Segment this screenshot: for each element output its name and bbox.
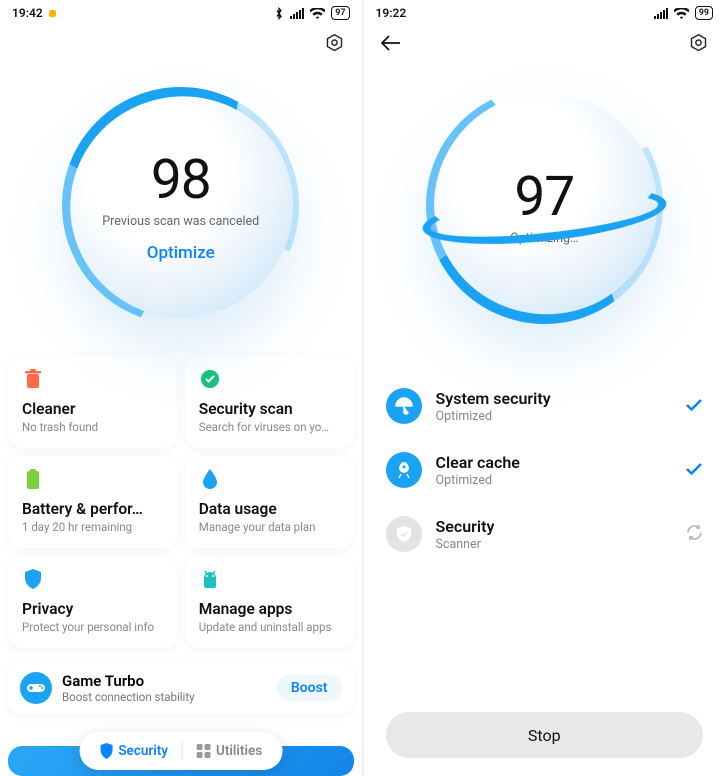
signal-icon xyxy=(290,8,304,19)
drop-icon xyxy=(199,468,221,490)
status-bar: 19:22 99 xyxy=(364,0,725,26)
score-orb-area: 97 Optimizing… xyxy=(364,60,725,350)
check-icon xyxy=(685,461,703,480)
back-button[interactable] xyxy=(378,30,404,56)
grid-icon xyxy=(197,744,211,758)
tile-security-scan[interactable]: Security scan Search for viruses on yo… xyxy=(185,356,354,448)
header xyxy=(0,26,362,60)
settings-button[interactable] xyxy=(685,30,711,56)
wifi-icon xyxy=(310,8,325,19)
opt-title: Security xyxy=(436,517,673,536)
trash-icon xyxy=(22,368,44,390)
bluetooth-icon xyxy=(274,7,284,20)
turbo-subtitle: Boost connection stability xyxy=(62,690,267,704)
tile-privacy[interactable]: Privacy Protect your personal info xyxy=(8,556,177,648)
tile-subtitle: Protect your personal info xyxy=(22,620,163,634)
battery-indicator: 97 xyxy=(331,6,349,20)
tile-title: Battery & perfor… xyxy=(22,500,163,518)
tile-title: Cleaner xyxy=(22,400,163,418)
feature-tiles: Cleaner No trash found Security scan Sea… xyxy=(0,350,362,654)
opt-security-scanner[interactable]: Security Scanner xyxy=(386,502,704,566)
stop-button[interactable]: Stop xyxy=(386,712,704,758)
tile-title: Privacy xyxy=(22,600,163,618)
tile-battery[interactable]: Battery & perfor… 1 day 20 hr remaining xyxy=(8,456,177,548)
header xyxy=(364,26,725,60)
security-home-screen: 19:42 97 98 Previous scan was canceled O… xyxy=(0,0,364,776)
tile-cleaner[interactable]: Cleaner No trash found xyxy=(8,356,177,448)
tile-title: Data usage xyxy=(199,500,340,518)
optimizing-screen: 19:22 99 97 Optimizing… xyxy=(364,0,725,776)
opt-clear-cache[interactable]: Clear cache Optimized xyxy=(386,438,704,502)
rocket-icon xyxy=(386,452,422,488)
opt-subtitle: Optimized xyxy=(436,473,672,488)
score-orb: 98 Previous scan was canceled Optimize xyxy=(68,93,293,318)
status-time: 19:22 xyxy=(376,6,407,20)
status-bar: 19:42 97 xyxy=(0,0,362,26)
shield-check-icon xyxy=(386,516,422,552)
nav-separator xyxy=(182,742,183,760)
status-time: 19:42 xyxy=(12,6,43,20)
tile-data-usage[interactable]: Data usage Manage your data plan xyxy=(185,456,354,548)
battery-icon xyxy=(22,468,44,490)
shield-icon xyxy=(22,568,44,590)
umbrella-icon xyxy=(386,388,422,424)
nav-utilities[interactable]: Utilities xyxy=(185,738,274,764)
tile-title: Security scan xyxy=(199,400,340,418)
android-icon xyxy=(199,568,221,590)
battery-indicator: 99 xyxy=(695,6,713,20)
check-icon xyxy=(199,368,221,390)
settings-button[interactable] xyxy=(322,30,348,56)
orb-ring xyxy=(26,51,335,360)
score-orb-area: 98 Previous scan was canceled Optimize xyxy=(0,60,362,350)
optimization-list: System security Optimized Clear cache Op… xyxy=(364,350,725,566)
opt-system-security[interactable]: System security Optimized xyxy=(386,374,704,438)
tile-subtitle: Update and uninstall apps xyxy=(199,620,340,634)
stop-label: Stop xyxy=(528,726,561,745)
spinner-icon xyxy=(686,524,703,545)
tile-subtitle: No trash found xyxy=(22,420,163,434)
signal-icon xyxy=(654,8,668,19)
nav-label: Security xyxy=(118,743,168,759)
nav-security[interactable]: Security xyxy=(87,738,180,764)
opt-subtitle: Optimized xyxy=(436,409,672,424)
tile-subtitle: Manage your data plan xyxy=(199,520,340,534)
boost-button[interactable]: Boost xyxy=(277,675,342,701)
gamepad-icon xyxy=(20,672,52,704)
game-turbo-card[interactable]: Game Turbo Boost connection stability Bo… xyxy=(8,662,354,714)
turbo-title: Game Turbo xyxy=(62,672,267,690)
tile-subtitle: 1 day 20 hr remaining xyxy=(22,520,163,534)
tile-title: Manage apps xyxy=(199,600,340,618)
opt-title: Clear cache xyxy=(436,453,672,472)
bottom-nav: Security Utilities xyxy=(79,732,282,770)
opt-title: System security xyxy=(436,389,672,408)
score-orb: 97 Optimizing… xyxy=(432,93,657,318)
recording-indicator xyxy=(49,10,56,17)
wifi-icon xyxy=(674,8,689,19)
tile-manage-apps[interactable]: Manage apps Update and uninstall apps xyxy=(185,556,354,648)
check-icon xyxy=(685,397,703,416)
opt-subtitle: Scanner xyxy=(436,537,673,552)
nav-label: Utilities xyxy=(216,743,262,759)
shield-icon xyxy=(99,743,113,759)
tile-subtitle: Search for viruses on yo… xyxy=(199,420,340,434)
